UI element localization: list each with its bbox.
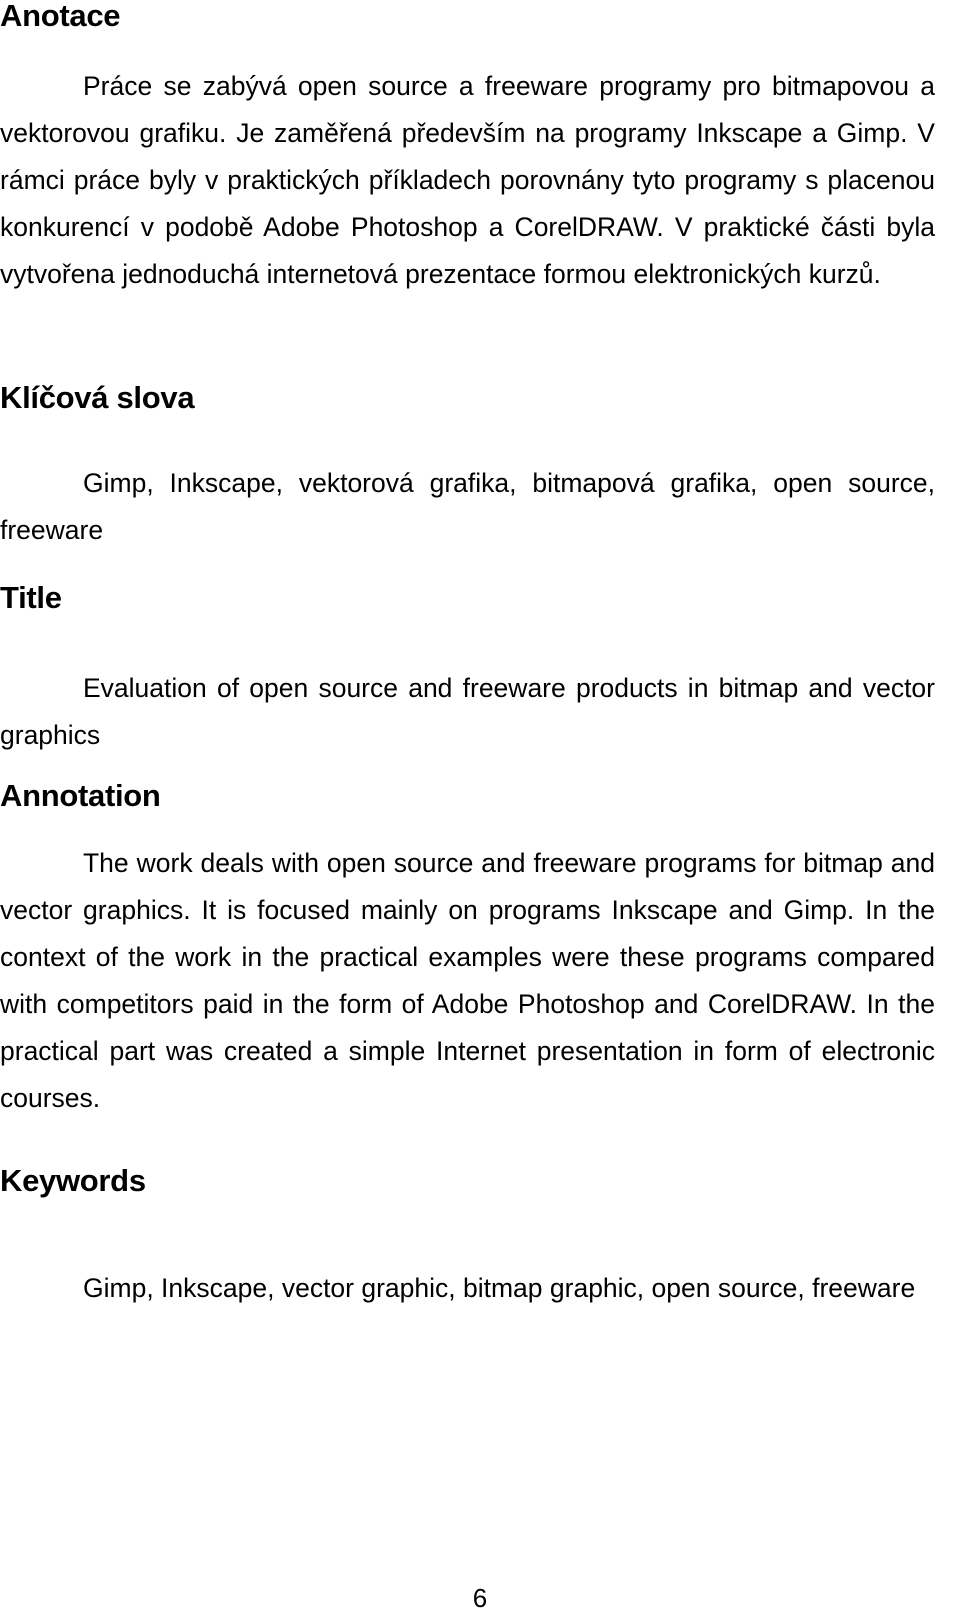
page-number: 6	[472, 1583, 488, 1613]
section-body-keywords: Gimp, Inkscape, vector graphic, bitmap g…	[83, 1273, 916, 1303]
section-body-klicova-slova: Gimp, Inkscape, vektorová grafika, bitma…	[0, 468, 935, 545]
section-heading-klicova-slova: Klíčová slova	[0, 380, 195, 415]
section-body-title: Evaluation of open source and freeware p…	[0, 673, 935, 750]
section-heading-title: Title	[0, 580, 62, 615]
section-heading-keywords: Keywords	[0, 1163, 146, 1198]
section-heading-annotation: Annotation	[0, 778, 161, 813]
document-page: Anotace Práce se zabývá open source a fr…	[0, 0, 960, 1621]
section-body-anotace: Práce se zabývá open source a freeware p…	[0, 71, 935, 289]
section-heading-anotace: Anotace	[0, 0, 121, 33]
section-body-annotation: The work deals with open source and free…	[0, 848, 935, 1113]
